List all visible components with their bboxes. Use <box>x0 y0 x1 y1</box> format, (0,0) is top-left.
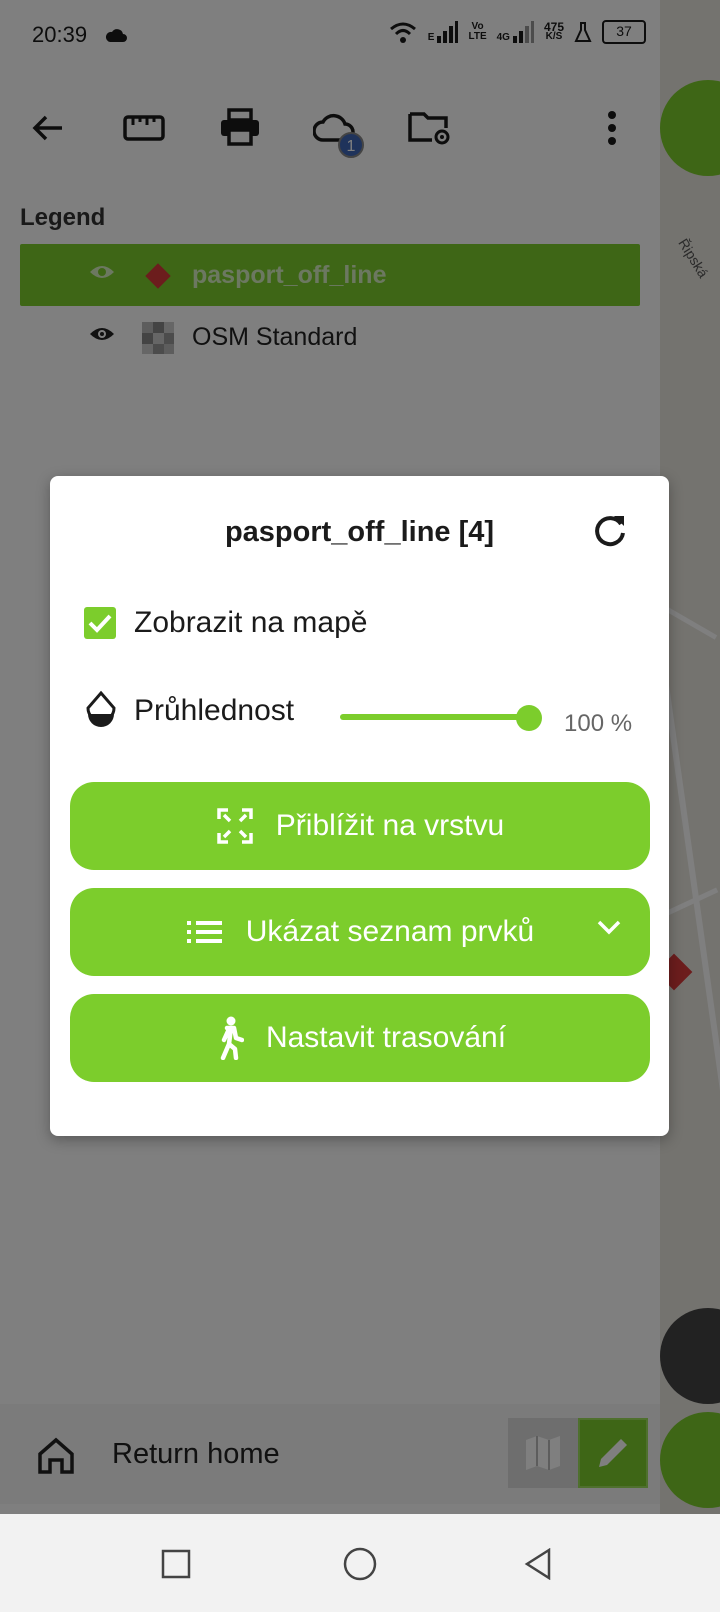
layer-options-dialog: pasport_off_line [4] Zobrazit na mapě Pr… <box>50 476 669 1136</box>
opacity-value: 100 % <box>564 710 633 737</box>
show-on-map-row[interactable]: Zobrazit na mapě <box>84 606 367 640</box>
recents-button[interactable] <box>154 1542 198 1586</box>
system-nav-bar <box>0 1514 720 1612</box>
refresh-icon <box>595 516 625 547</box>
show-on-map-checkbox[interactable] <box>84 607 116 639</box>
show-feature-list-label: Ukázat seznam prvků <box>245 915 535 948</box>
square-icon <box>161 1549 191 1579</box>
check-icon <box>88 614 112 633</box>
show-on-map-label: Zobrazit na mapě <box>134 606 368 639</box>
fullscreen-icon <box>217 808 253 844</box>
home-nav-button[interactable] <box>338 1542 382 1586</box>
circle-icon <box>343 1547 377 1581</box>
triangle-back-icon <box>524 1548 551 1580</box>
back-nav-button[interactable] <box>516 1542 560 1586</box>
set-tracking-button[interactable]: Nastavit trasování <box>70 994 650 1082</box>
opacity-slider-track[interactable] <box>340 714 536 720</box>
dialog-title: pasport_off_line [4] <box>224 516 495 548</box>
zoom-to-layer-label: Přiblížit na vrstvu <box>275 809 505 842</box>
set-tracking-label: Nastavit trasování <box>265 1021 507 1054</box>
opacity-label: Průhlednost <box>134 694 295 727</box>
walking-person-icon <box>220 1016 244 1060</box>
chevron-down-icon[interactable] <box>596 918 622 936</box>
opacity-drop-icon <box>86 690 116 727</box>
opacity-slider-thumb[interactable] <box>516 705 542 731</box>
zoom-to-layer-button[interactable]: Přiblížit na vrstvu <box>70 782 650 870</box>
refresh-button[interactable] <box>588 508 632 552</box>
show-feature-list-button[interactable]: Ukázat seznam prvků <box>70 888 650 976</box>
list-icon <box>186 921 222 943</box>
